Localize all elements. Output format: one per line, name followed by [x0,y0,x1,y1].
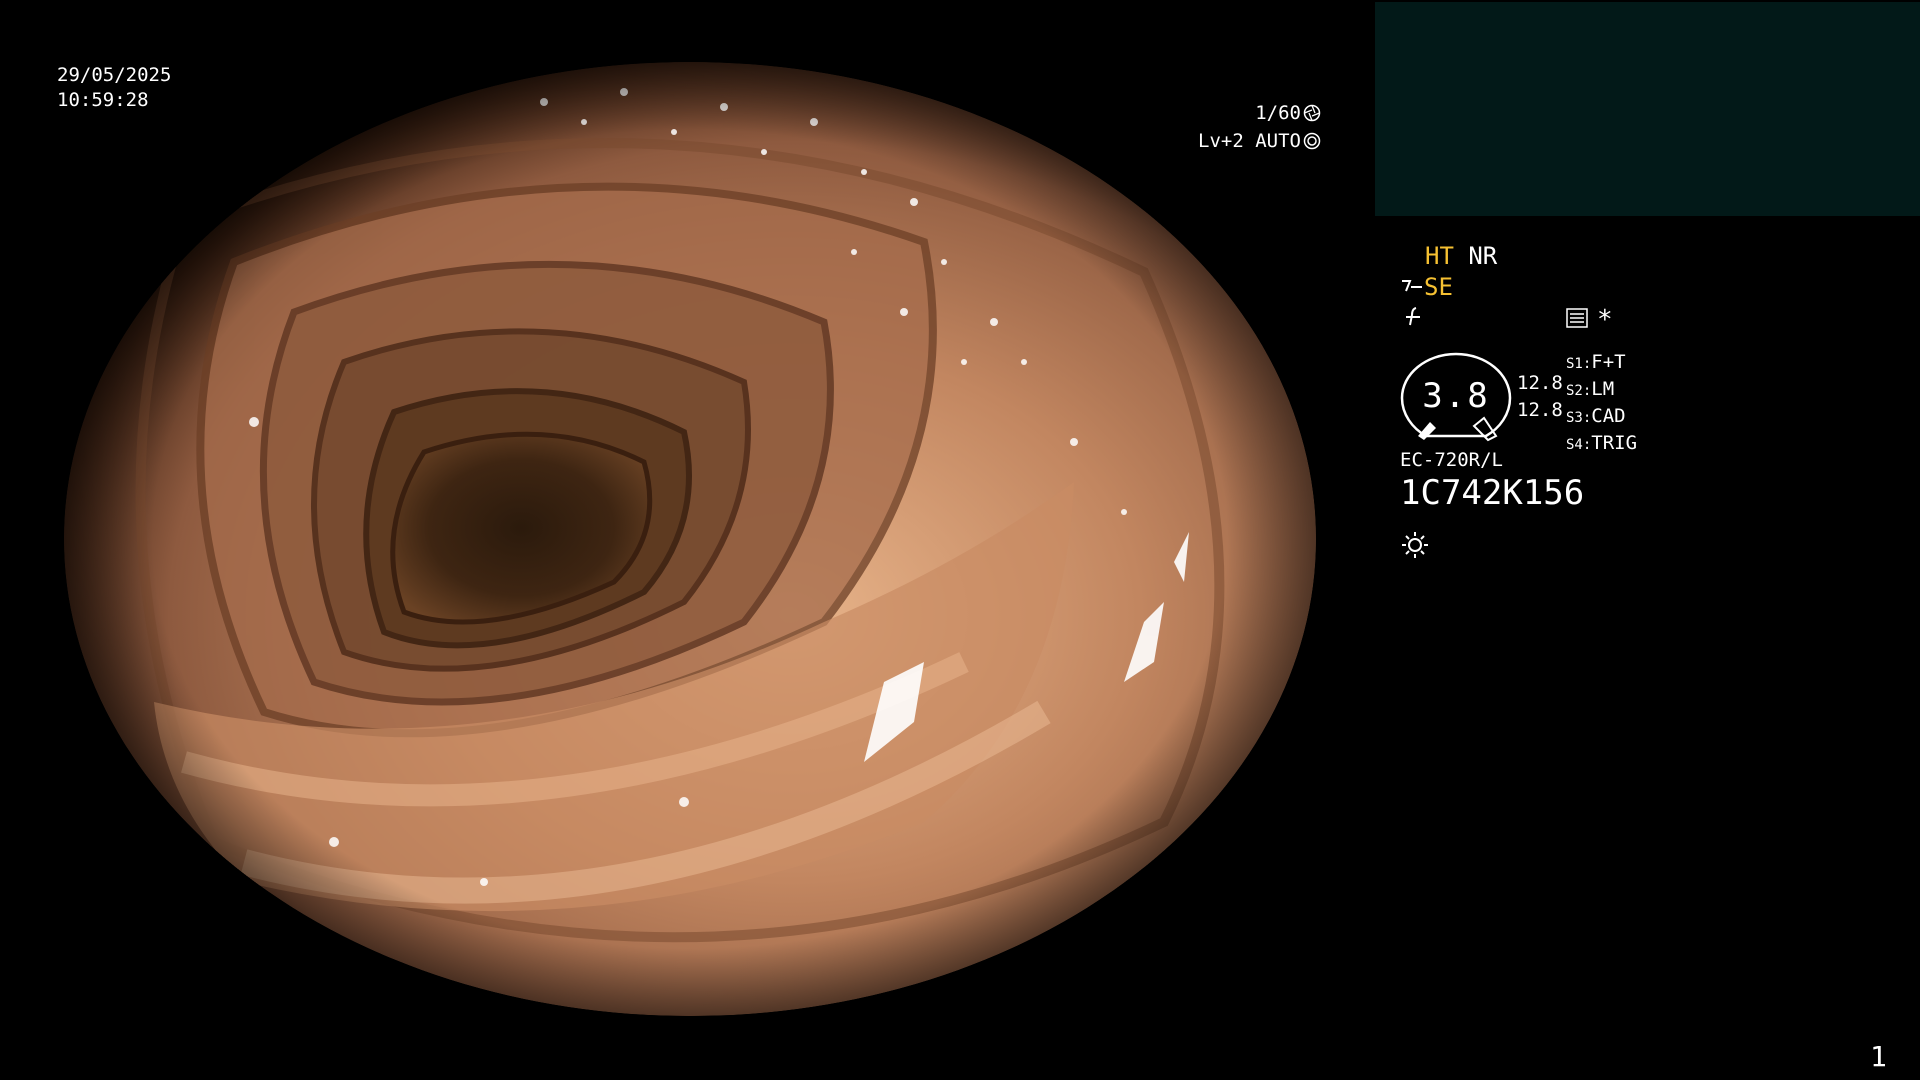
slot-1-label: F+T [1591,351,1626,373]
slot-3-label: CAD [1591,405,1626,427]
slot-1-key: S1 [1566,356,1583,372]
slash-f-icon [1406,307,1420,326]
switch-slots: S1:F+T S2:LM S3:CAD S4:TRIG [1566,350,1637,458]
scope-serial: 1C742K156 [1400,473,1585,513]
level-text: Lv+2 [1198,130,1244,152]
time-text: 10:59:28 [57,89,149,111]
date-text: 29/05/2025 [57,64,172,86]
datetime-overlay: 29/05/2025 10:59:28 [57,63,171,113]
slot-4: S4:TRIG [1566,432,1638,454]
page-number: 1 [1870,1040,1887,1073]
slot-4-label: TRIG [1591,432,1638,454]
mode-row-2: SE [1400,273,1453,301]
dial-value: 3.8 [1422,376,1490,416]
shutter-speed: 1/60 [1255,102,1301,124]
mode-row-3 [1402,305,1424,331]
mode-nr: NR [1468,242,1498,270]
dial-reading-2: 12.8 [1517,399,1563,421]
preview-box [1375,2,1920,216]
mode-row-1: HT NR [1425,242,1497,270]
sun-icon [1402,532,1428,558]
mode-ht: HT [1425,242,1454,270]
menu-list-icon [1566,308,1588,328]
aperture-icon [1303,104,1321,122]
level-row: Lv+2 AUTO [1195,127,1321,155]
slot-4-key: S4 [1566,437,1583,453]
slot-1: S1:F+T [1566,351,1626,373]
slot-3: S3:CAD [1566,405,1626,427]
endoscopy-monitor: 29/05/2025 10:59:28 1/60 Lv+2 AUTO HT NR… [0,0,1920,1080]
exposure-overlay: 1/60 Lv+2 AUTO [1195,99,1321,155]
colon-lumen-illustration [64,62,1316,1016]
dial-reading-1: 12.8 [1517,372,1563,394]
slot-2: S2:LM [1566,378,1615,400]
slot-3-key: S3 [1566,410,1583,426]
slot-2-key: S2 [1566,383,1583,399]
shutter-row: 1/60 [1195,99,1321,127]
exposure-mode-text: AUTO [1255,130,1301,152]
dial-indicator: 3.8 [1400,352,1512,444]
endoscopic-image [64,62,1316,1016]
slot-2-label: LM [1591,378,1615,400]
scope-model: EC-720R/L [1400,449,1503,471]
star-indicator: * [1597,305,1613,335]
mode-se: SE [1424,273,1453,301]
scope-angle-icon [1402,280,1422,292]
iris-icon [1303,132,1321,150]
